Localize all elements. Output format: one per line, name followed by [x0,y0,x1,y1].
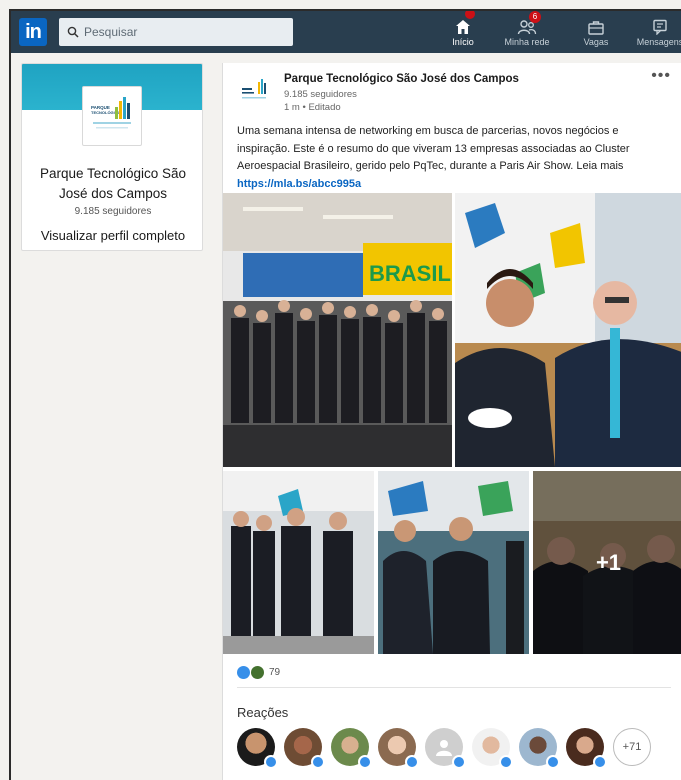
reactor-avatars: +71 [237,728,651,769]
post-more-options-button[interactable]: ••• [651,67,671,85]
post-link[interactable]: https://mla.bs/abcc995a [237,178,361,190]
browser-frame: in Início [9,9,681,780]
search-icon [67,26,79,38]
default-person-icon [436,740,452,756]
post-photo-grid: BRASIL +1 [223,193,681,654]
post-divider [237,687,671,688]
nav-my-network-label: Minha rede [504,37,550,47]
more-reactors-button[interactable]: +71 [613,728,651,766]
nav-messages-label: Mensagens [636,37,681,47]
reaction-count: 79 [269,667,281,678]
reaction-summary[interactable]: 79 [237,666,280,679]
nav-my-network[interactable]: 6 Minha rede [498,11,556,53]
reactor-avatar[interactable] [566,728,607,769]
post-body: Uma semana intensa de networking em busc… [237,123,665,193]
nav-home[interactable]: Início [434,11,492,53]
company-logo[interactable]: PARQUE TECNOLÓGICO [82,86,142,146]
search-box[interactable] [59,18,293,46]
top-navigation-bar: in Início [11,11,681,53]
post-author-avatar[interactable] [237,73,273,109]
view-full-profile-link[interactable]: Visualizar perfil completo [30,228,196,243]
like-reaction-icon [499,755,513,769]
pqtec-logo-icon [238,74,272,108]
home-icon [456,20,470,34]
profile-followers-count: 9.185 seguidores [74,206,152,217]
reactor-avatar[interactable] [331,728,372,769]
search-input[interactable] [84,25,284,39]
feed-post: Parque Tecnológico São José dos Campos 9… [222,63,681,780]
post-author-followers: 9.185 seguidores [284,89,357,100]
like-reaction-icon [264,755,278,769]
messages-icon [653,19,667,35]
nav-jobs[interactable]: Vagas [567,13,625,53]
nav-messages[interactable]: Mensagens [631,13,681,53]
photo-two-men-standing[interactable] [378,471,529,654]
reactor-avatar[interactable] [472,728,513,769]
like-reaction-icon [452,755,466,769]
post-body-text: Uma semana intensa de networking em busc… [237,125,630,172]
like-reaction-icon [237,666,250,679]
briefcase-icon [588,21,604,35]
photo-more-overlay[interactable]: +1 [533,471,681,654]
like-reaction-icon [546,755,560,769]
reactions-title: Reações [237,705,289,720]
reactor-avatar[interactable] [378,728,419,769]
like-reaction-icon [358,755,372,769]
reactor-avatar[interactable] [425,728,466,769]
reactor-avatar[interactable] [237,728,278,769]
nav-home-label: Início [452,37,474,47]
reactor-avatar[interactable] [519,728,560,769]
photo-group-at-booth[interactable]: BRASIL [223,193,452,467]
company-profile-card: PARQUE TECNOLÓGICO Parque Tecnológico Sã… [21,63,203,251]
linkedin-logo[interactable]: in [19,18,47,46]
nav-jobs-label: Vagas [583,37,609,47]
like-reaction-icon [311,755,325,769]
like-reaction-icon [405,755,419,769]
pqtec-logo-icon: PARQUE TECNOLÓGICO [85,89,139,143]
like-reaction-icon [593,755,607,769]
celebrate-reaction-icon [251,666,264,679]
brasil-banner-text: BRASIL [369,261,451,286]
post-timestamp: 1 m • Editado [284,102,341,113]
network-badge: 6 [529,11,541,23]
more-photos-count[interactable]: +1 [533,471,681,654]
home-notification-dot [465,11,475,19]
reactor-avatar[interactable] [284,728,325,769]
profile-company-name[interactable]: Parque Tecnológico São José dos Campos [30,164,196,204]
photo-group-three-men[interactable] [223,471,374,654]
photo-two-men[interactable] [455,193,681,467]
post-author-name[interactable]: Parque Tecnológico São José dos Campos [284,73,519,85]
